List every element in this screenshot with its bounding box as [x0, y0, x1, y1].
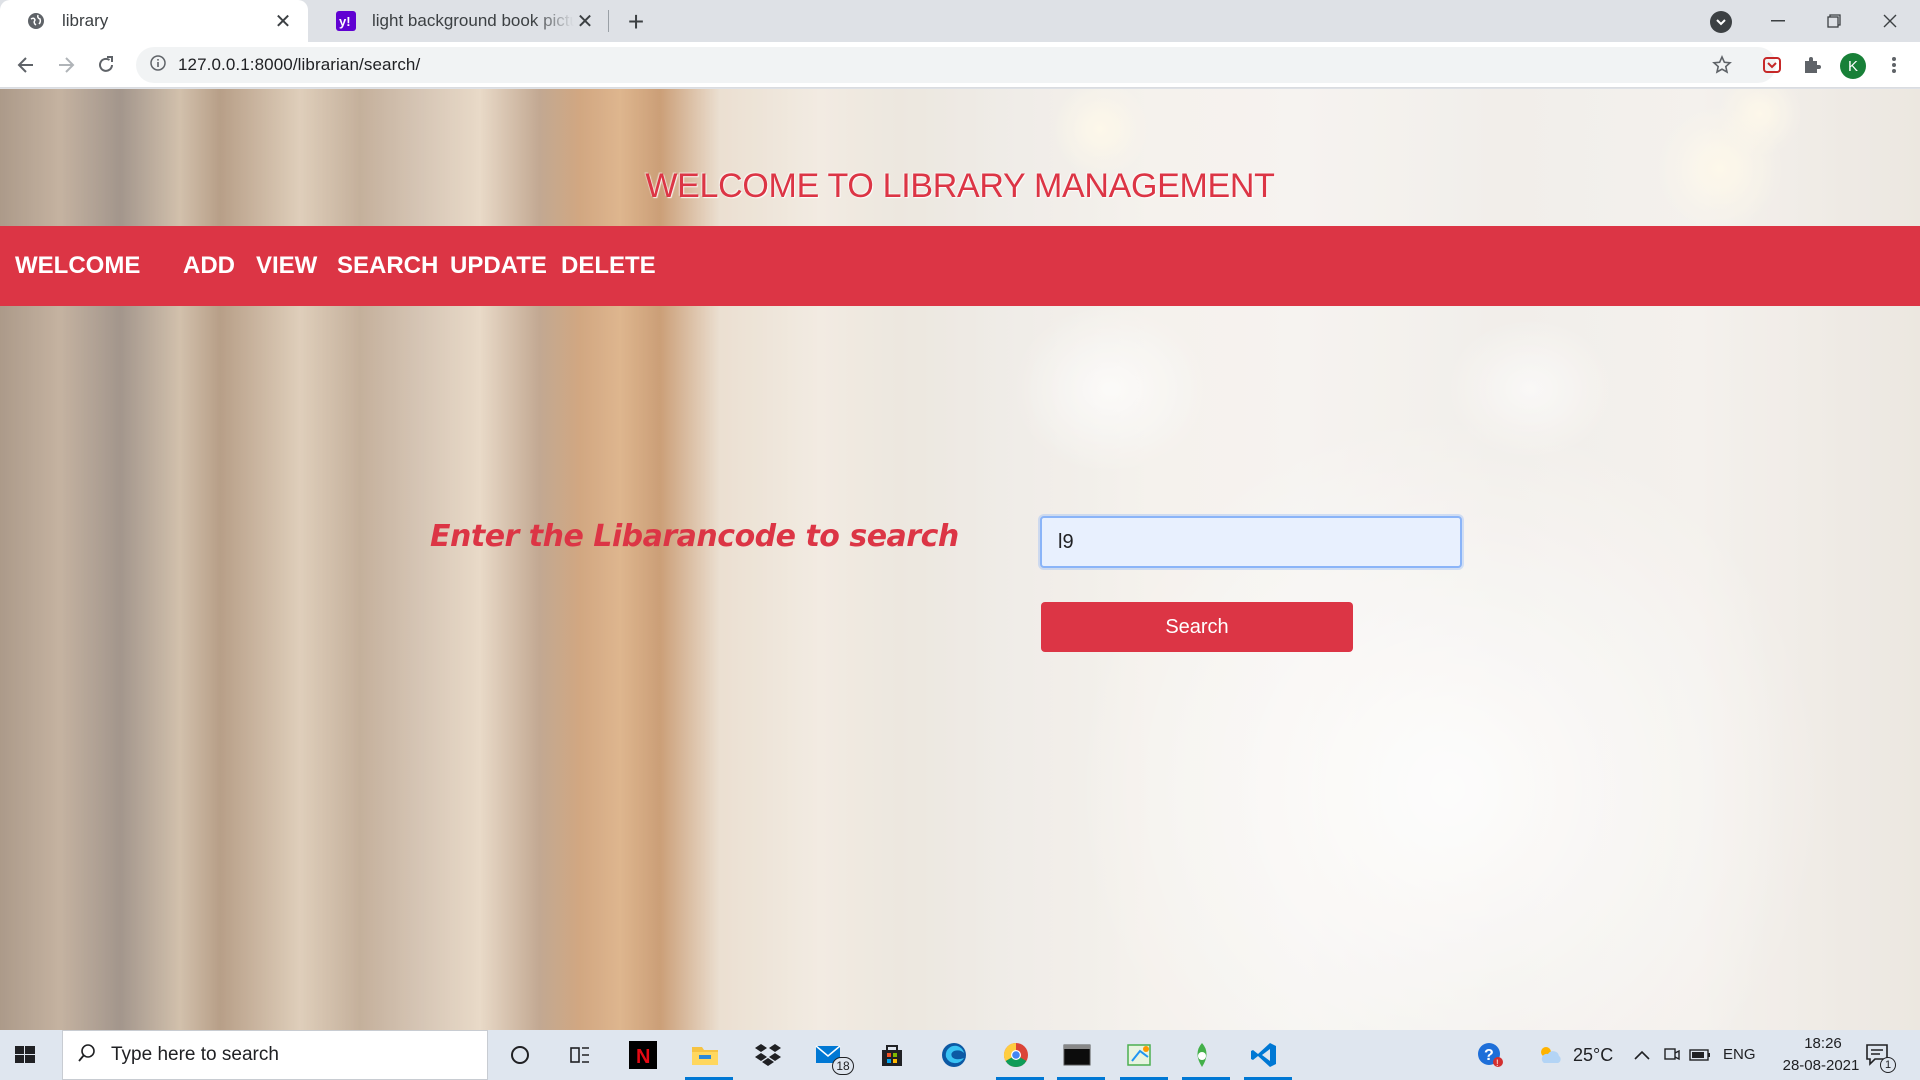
new-tab-icon[interactable]: +: [622, 8, 650, 36]
tab-title: light background book pictures -: [372, 11, 574, 30]
extensions-puzzle-icon[interactable]: [1796, 49, 1828, 81]
url-text: 127.0.0.1:8000/librarian/search/: [178, 55, 421, 74]
windows-taskbar: Type here to search N 18 ? ! 25°C ENG 18…: [0, 1030, 1920, 1080]
browser-menu-icon[interactable]: [1878, 49, 1910, 81]
restore-icon[interactable]: [1806, 0, 1862, 42]
edge-icon[interactable]: [938, 1039, 970, 1071]
tab-separator: [608, 10, 609, 32]
weather-icon[interactable]: [1534, 1039, 1566, 1071]
forward-icon[interactable]: [50, 49, 82, 81]
battery-icon[interactable]: [1684, 1039, 1716, 1071]
clock-date[interactable]: 28-08-2021: [1766, 1057, 1876, 1074]
chrome-icon[interactable]: [1000, 1039, 1032, 1071]
site-info-icon[interactable]: [150, 54, 166, 76]
taskbar-search-box[interactable]: Type here to search: [62, 1030, 488, 1080]
language-indicator[interactable]: ENG: [1723, 1046, 1756, 1063]
svg-text:!: !: [1496, 1058, 1499, 1068]
tab-yahoo-search[interactable]: y! light background book pictures - ✕: [310, 0, 610, 42]
address-bar[interactable]: 127.0.0.1:8000/librarian/search/: [136, 47, 1776, 83]
pocket-extension-icon[interactable]: [1756, 49, 1788, 81]
reload-icon[interactable]: [90, 49, 122, 81]
svg-text:y!: y!: [339, 14, 351, 29]
page-viewport: WELCOME TO LIBRARY MANAGEMENT WELCOME AD…: [0, 89, 1920, 1030]
windows-start-icon[interactable]: [10, 1040, 40, 1070]
browser-toolbar: 127.0.0.1:8000/librarian/search/ K: [0, 42, 1920, 88]
file-explorer-icon[interactable]: [689, 1039, 721, 1071]
main-navbar: WELCOME ADD VIEW SEARCH UPDATE DELETE: [0, 226, 1920, 306]
back-icon[interactable]: [10, 49, 42, 81]
minimize-icon[interactable]: [1750, 0, 1806, 42]
tab-library[interactable]: library ✕: [0, 0, 308, 42]
chevron-up-icon[interactable]: [1626, 1039, 1658, 1071]
nav-link-add[interactable]: ADD: [183, 252, 235, 280]
close-tab-icon[interactable]: ✕: [272, 10, 294, 33]
nav-link-delete[interactable]: DELETE: [561, 252, 656, 280]
svg-text:?: ?: [1484, 1047, 1494, 1064]
tab-search-icon[interactable]: [1710, 11, 1732, 33]
netflix-icon[interactable]: N: [627, 1039, 659, 1071]
clock-time[interactable]: 18:26: [1788, 1035, 1858, 1052]
profile-avatar[interactable]: K: [1840, 53, 1866, 79]
browser-tabstrip: library ✕ y! light background book pictu…: [0, 0, 1920, 42]
nav-link-view[interactable]: VIEW: [256, 252, 317, 280]
taskbar-search-placeholder: Type here to search: [111, 1044, 279, 1065]
help-icon[interactable]: ?!: [1474, 1039, 1506, 1071]
librarian-code-input[interactable]: [1040, 516, 1462, 568]
task-view-icon[interactable]: [564, 1039, 596, 1071]
bookmark-star-icon[interactable]: [1706, 49, 1738, 81]
vscode-icon[interactable]: [1248, 1039, 1280, 1071]
mail-badge: 18: [832, 1057, 854, 1075]
tab-title: library: [62, 11, 109, 30]
search-button[interactable]: Search: [1041, 602, 1353, 652]
search-icon: [77, 1043, 97, 1068]
close-tab-icon[interactable]: ✕: [574, 10, 596, 33]
search-label: Enter the Libarancode to search: [430, 519, 959, 554]
store-icon[interactable]: [876, 1039, 908, 1071]
nav-link-update[interactable]: UPDATE: [450, 252, 547, 280]
close-window-icon[interactable]: [1862, 0, 1918, 42]
nav-brand-welcome[interactable]: WELCOME: [15, 252, 140, 280]
page-title: WELCOME TO LIBRARY MANAGEMENT: [645, 167, 1275, 205]
dropbox-icon[interactable]: [752, 1039, 784, 1071]
anaconda-icon[interactable]: [1186, 1039, 1218, 1071]
terminal-icon[interactable]: [1061, 1039, 1093, 1071]
paint-icon[interactable]: [1124, 1039, 1156, 1071]
svg-text:N: N: [636, 1046, 650, 1068]
weather-temperature[interactable]: 25°C: [1573, 1045, 1613, 1066]
notification-count-badge: 1: [1880, 1057, 1896, 1073]
globe-icon: [26, 11, 46, 31]
cortana-icon[interactable]: [504, 1039, 536, 1071]
yahoo-icon: y!: [336, 11, 356, 31]
nav-link-search[interactable]: SEARCH: [337, 252, 438, 280]
